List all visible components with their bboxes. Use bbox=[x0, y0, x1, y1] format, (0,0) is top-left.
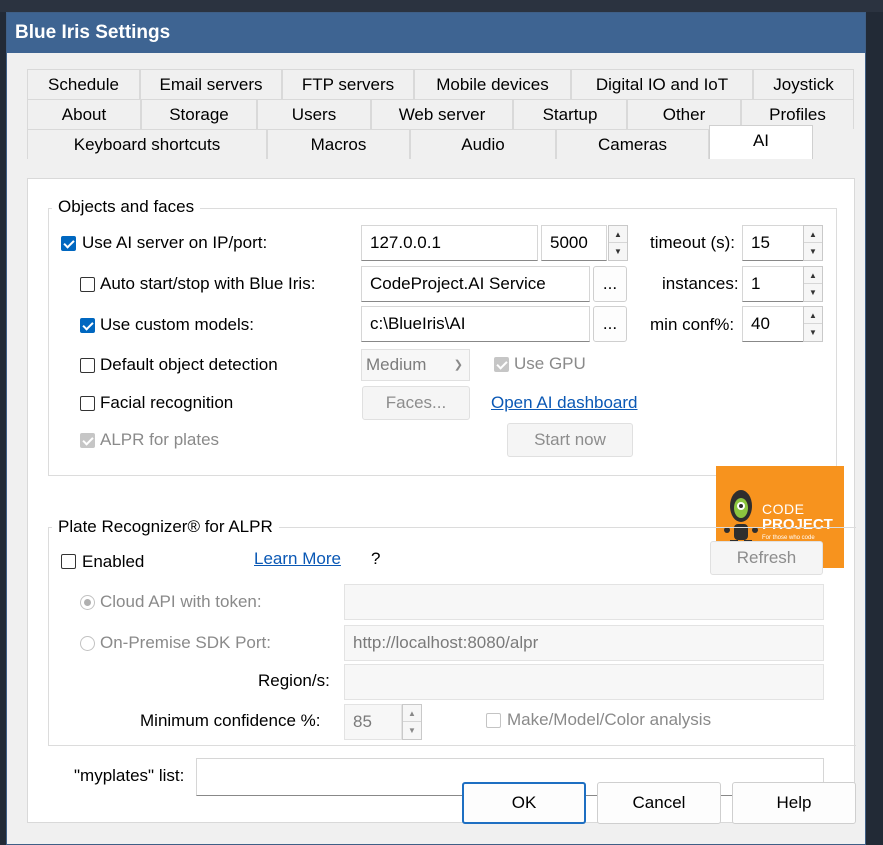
default-detection-label: Default object detection bbox=[100, 355, 278, 374]
region-label: Region/s: bbox=[258, 671, 330, 690]
objects-faces-title: Objects and faces bbox=[52, 197, 201, 217]
tab-startup[interactable]: Startup bbox=[513, 99, 627, 129]
instances-spinner[interactable]: ▲ ▼ bbox=[803, 266, 823, 302]
tab-macros[interactable]: Macros bbox=[267, 129, 410, 159]
use-ai-server-checkbox[interactable] bbox=[61, 236, 76, 251]
tab-email-servers[interactable]: Email servers bbox=[140, 69, 282, 99]
auto-start-label: Auto start/stop with Blue Iris: bbox=[100, 274, 316, 293]
window-title: Blue Iris Settings bbox=[7, 13, 865, 53]
ai-server-port-input[interactable]: 5000 bbox=[541, 225, 607, 261]
tab-storage[interactable]: Storage bbox=[141, 99, 257, 129]
plate-recognizer-title: Plate Recognizer® for ALPR bbox=[52, 517, 279, 537]
tab-joystick[interactable]: Joystick bbox=[753, 69, 854, 99]
faces-button[interactable]: Faces... bbox=[362, 386, 470, 420]
min-conf-spinner[interactable]: ▲ ▼ bbox=[803, 306, 823, 342]
ai-service-input[interactable]: CodeProject.AI Service bbox=[361, 266, 590, 302]
timeout-spinner[interactable]: ▲ ▼ bbox=[803, 225, 823, 261]
tab-audio[interactable]: Audio bbox=[410, 129, 556, 159]
models-browse-button[interactable]: ... bbox=[593, 306, 627, 342]
instances-label: instances: bbox=[662, 274, 739, 293]
tab-cameras[interactable]: Cameras bbox=[556, 129, 709, 159]
spin-up-icon[interactable]: ▲ bbox=[403, 705, 421, 722]
use-gpu-label: Use GPU bbox=[514, 354, 586, 373]
make-model-color-checkbox[interactable] bbox=[486, 713, 501, 728]
ok-button[interactable]: OK bbox=[462, 782, 586, 824]
port-spinner[interactable]: ▲ ▼ bbox=[608, 225, 628, 261]
plate-enabled-checkbox[interactable] bbox=[61, 554, 76, 569]
tab-keyboard-shortcuts[interactable]: Keyboard shortcuts bbox=[27, 129, 267, 159]
spin-down-icon[interactable]: ▼ bbox=[804, 324, 822, 341]
plate-min-conf-spinner[interactable]: ▲ ▼ bbox=[402, 704, 422, 740]
make-model-color-label: Make/Model/Color analysis bbox=[507, 710, 712, 729]
auto-start-checkbox[interactable] bbox=[80, 277, 95, 292]
custom-models-checkbox[interactable] bbox=[80, 318, 95, 333]
plate-enabled-label: Enabled bbox=[82, 552, 145, 571]
on-premise-radio[interactable] bbox=[80, 636, 95, 651]
tab-ai[interactable]: AI bbox=[709, 125, 813, 159]
spin-down-icon[interactable]: ▼ bbox=[804, 284, 822, 301]
tab-ftp-servers[interactable]: FTP servers bbox=[282, 69, 414, 99]
myplates-label: "myplates" list: bbox=[74, 766, 185, 785]
default-detection-checkbox[interactable] bbox=[80, 358, 95, 373]
ai-server-ip-input[interactable]: 127.0.0.1 bbox=[361, 225, 538, 261]
alpr-label: ALPR for plates bbox=[100, 430, 220, 449]
cloud-api-radio[interactable] bbox=[80, 595, 95, 610]
desktop-background bbox=[0, 0, 883, 12]
tab-schedule[interactable]: Schedule bbox=[27, 69, 140, 99]
spin-up-icon[interactable]: ▲ bbox=[804, 226, 822, 243]
open-ai-dashboard-link[interactable]: Open AI dashboard bbox=[491, 392, 638, 414]
custom-models-label: Use custom models: bbox=[100, 315, 254, 334]
spin-down-icon[interactable]: ▼ bbox=[804, 243, 822, 260]
spin-up-icon[interactable]: ▲ bbox=[804, 267, 822, 284]
min-conf-input[interactable]: 40 bbox=[742, 306, 804, 342]
service-browse-button[interactable]: ... bbox=[593, 266, 627, 302]
use-ai-server-label: Use AI server on IP/port: bbox=[82, 233, 268, 252]
tab-digital-io[interactable]: Digital IO and IoT bbox=[571, 69, 753, 99]
model-size-value: Medium bbox=[366, 355, 427, 374]
ai-tab-panel: Objects and faces Use AI server on IP/po… bbox=[27, 178, 856, 823]
tab-web-server[interactable]: Web server bbox=[371, 99, 513, 129]
custom-models-path-input[interactable]: c:\BlueIris\AI bbox=[361, 306, 590, 342]
help-button[interactable]: Help bbox=[732, 782, 856, 824]
plate-min-conf-label: Minimum confidence %: bbox=[140, 711, 321, 730]
cloud-api-label: Cloud API with token: bbox=[100, 592, 262, 611]
spin-up-icon[interactable]: ▲ bbox=[609, 226, 627, 243]
help-question-mark[interactable]: ? bbox=[371, 548, 380, 570]
learn-more-link[interactable]: Learn More bbox=[254, 548, 341, 570]
tab-users[interactable]: Users bbox=[257, 99, 371, 129]
chevron-down-icon: ❯ bbox=[453, 359, 463, 371]
use-gpu-checkbox[interactable] bbox=[494, 357, 509, 372]
cloud-api-token-input[interactable] bbox=[344, 584, 824, 620]
timeout-input[interactable]: 15 bbox=[742, 225, 804, 261]
refresh-button[interactable]: Refresh bbox=[710, 541, 823, 575]
on-premise-port-input[interactable]: http://localhost:8080/alpr bbox=[344, 625, 824, 661]
instances-input[interactable]: 1 bbox=[742, 266, 804, 302]
min-conf-label: min conf%: bbox=[650, 315, 735, 334]
cancel-button[interactable]: Cancel bbox=[597, 782, 721, 824]
dialog-body: Schedule Email servers FTP servers Mobil… bbox=[7, 53, 865, 844]
spin-down-icon[interactable]: ▼ bbox=[609, 243, 627, 260]
region-input[interactable] bbox=[344, 664, 824, 700]
desktop-background-right bbox=[865, 12, 883, 845]
model-size-select[interactable]: Medium ❯ bbox=[361, 349, 470, 381]
tab-mobile-devices[interactable]: Mobile devices bbox=[414, 69, 571, 99]
on-premise-label: On-Premise SDK Port: bbox=[100, 633, 271, 652]
timeout-label: timeout (s): bbox=[650, 233, 736, 252]
tab-about[interactable]: About bbox=[27, 99, 141, 129]
start-now-button[interactable]: Start now bbox=[507, 423, 633, 457]
facial-recognition-label: Facial recognition bbox=[100, 393, 234, 412]
settings-window: Blue Iris Settings Schedule Email server… bbox=[6, 12, 866, 845]
alpr-checkbox[interactable] bbox=[80, 433, 95, 448]
plate-min-conf-input[interactable]: 85 bbox=[344, 704, 402, 740]
spin-down-icon[interactable]: ▼ bbox=[403, 722, 421, 739]
facial-recognition-checkbox[interactable] bbox=[80, 396, 95, 411]
logo-text-code: CODE bbox=[762, 501, 805, 517]
spin-up-icon[interactable]: ▲ bbox=[804, 307, 822, 324]
